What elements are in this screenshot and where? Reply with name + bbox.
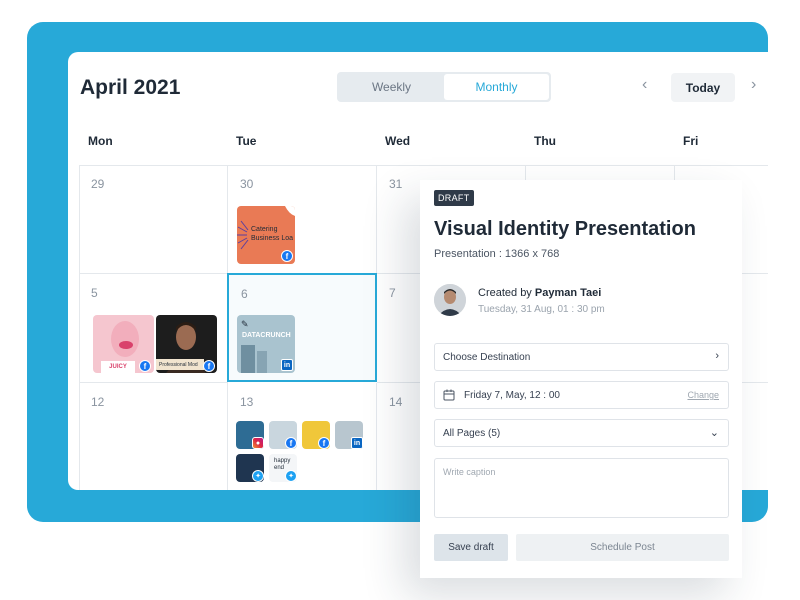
day-number: 6 xyxy=(241,287,248,301)
post-thumbnail-small[interactable]: ● xyxy=(236,421,264,449)
schedule-post-button[interactable]: Schedule Post xyxy=(516,534,729,561)
linkedin-icon: in xyxy=(351,437,363,449)
day-cell-13[interactable]: 13 ● f f in ✦ happy end ✦ xyxy=(228,383,377,490)
day-cell-30[interactable]: 30 Catering Business Loa f xyxy=(228,165,377,274)
post-thumbnail-juicy[interactable]: JUICY f xyxy=(93,315,154,373)
facebook-icon: f xyxy=(285,437,297,449)
day-cell-6-selected[interactable]: 6 ✎ DATACRUNCH in xyxy=(227,273,377,382)
today-button[interactable]: Today xyxy=(671,73,735,102)
post-thumbnail-catering[interactable]: Catering Business Loa f xyxy=(237,206,295,264)
day-header-fri: Fri xyxy=(683,134,699,148)
post-thumbnail-small[interactable]: in xyxy=(335,421,363,449)
avatar xyxy=(434,284,466,316)
facebook-icon: f xyxy=(318,437,330,449)
destination-select[interactable]: Choose Destination › xyxy=(434,343,729,371)
day-number: 29 xyxy=(91,177,105,191)
chevron-right-icon: › xyxy=(715,350,719,362)
day-header-mon: Mon xyxy=(88,134,113,148)
day-number: 14 xyxy=(389,395,403,409)
day-number: 7 xyxy=(389,286,396,300)
destination-label: Choose Destination xyxy=(443,351,531,363)
post-thumbnail-text: DATACRUNCH xyxy=(242,332,291,339)
linkedin-icon: in xyxy=(281,359,293,371)
calendar-icon xyxy=(443,389,455,401)
post-thumbnail-happy[interactable]: happy end ✦ xyxy=(269,454,297,482)
save-draft-button[interactable]: Save draft xyxy=(434,534,508,561)
day-number: 12 xyxy=(91,395,105,409)
twitter-icon: ✦ xyxy=(285,470,297,482)
facebook-icon: f xyxy=(139,360,151,372)
author-photo xyxy=(434,284,466,316)
day-header-wed: Wed xyxy=(385,134,411,148)
day-cell-5[interactable]: 5 JUICY f Professional Mod f xyxy=(79,274,228,383)
change-date-link[interactable]: Change xyxy=(687,390,719,400)
day-number: 5 xyxy=(91,286,98,300)
date-picker[interactable]: Friday 7, May, 12 : 00 Change xyxy=(434,381,729,409)
day-number: 30 xyxy=(240,177,254,191)
edit-icon: ✎ xyxy=(241,319,249,329)
post-detail-panel: DRAFT Visual Identity Presentation Prese… xyxy=(420,180,742,578)
post-thumbnail-text: Catering Business Loa xyxy=(251,226,294,242)
day-number: 31 xyxy=(389,177,403,191)
pages-label: All Pages (5) xyxy=(443,427,501,439)
instagram-icon: ● xyxy=(252,437,264,449)
post-thumbnail-text: JUICY xyxy=(101,361,135,373)
facebook-icon: f xyxy=(203,360,215,372)
author-name: Payman Taei xyxy=(534,287,602,299)
date-value: Friday 7, May, 12 : 00 xyxy=(464,389,560,401)
status-badge: DRAFT xyxy=(434,190,474,206)
post-thumbnail-datacrunch[interactable]: ✎ DATACRUNCH in xyxy=(237,315,295,373)
day-header-thu: Thu xyxy=(534,134,556,148)
stage: April 2021 Weekly Monthly ‹ Today › Mon … xyxy=(0,0,800,600)
day-number: 13 xyxy=(240,395,254,409)
chevron-right-icon[interactable]: › xyxy=(751,76,756,94)
chevron-left-icon[interactable]: ‹ xyxy=(642,76,647,94)
post-thumbnail-text: Professional Mod xyxy=(156,359,204,370)
post-thumbnail-small[interactable]: f xyxy=(302,421,330,449)
created-timestamp: Tuesday, 31 Aug, 01 : 30 pm xyxy=(478,304,605,315)
day-cell-29[interactable]: 29 xyxy=(79,165,228,274)
panel-subtitle: Presentation : 1366 x 768 xyxy=(434,248,560,260)
month-title: April 2021 xyxy=(80,76,181,99)
post-thumbnail-model[interactable]: Professional Mod f xyxy=(156,315,217,373)
caption-input[interactable]: Write caption xyxy=(434,458,729,518)
day-header-tue: Tue xyxy=(236,134,257,148)
created-by-line: Created by Payman Taei xyxy=(478,287,601,299)
monthly-tab[interactable]: Monthly xyxy=(444,74,549,100)
facebook-icon: f xyxy=(281,250,293,262)
post-thumbnail-small[interactable]: ✦ xyxy=(236,454,264,482)
pages-select[interactable]: All Pages (5) ⌄ xyxy=(434,419,729,447)
created-by-prefix: Created by xyxy=(478,287,532,299)
chevron-down-icon: ⌄ xyxy=(709,427,719,439)
post-thumbnail-small[interactable]: f xyxy=(269,421,297,449)
day-cell-12[interactable]: 12 xyxy=(79,383,228,490)
weekly-tab[interactable]: Weekly xyxy=(339,74,444,100)
view-toggle: Weekly Monthly xyxy=(337,72,551,102)
panel-title: Visual Identity Presentation xyxy=(434,218,696,240)
twitter-icon: ✦ xyxy=(252,470,264,482)
